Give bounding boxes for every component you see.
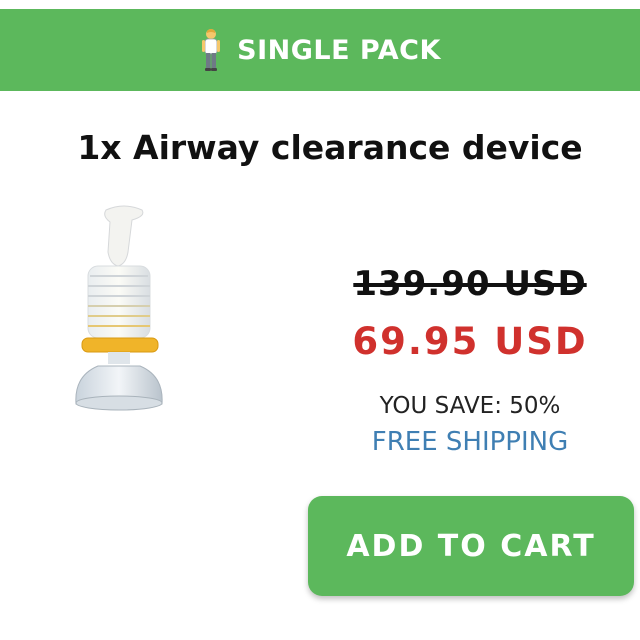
original-price: 139.90 USD xyxy=(353,264,587,304)
pack-title: SINGLE PACK xyxy=(237,34,441,66)
price-block: 139.90 USD 69.95 USD YOU SAVE: 50% FREE … xyxy=(320,258,620,462)
product-title: 1x Airway clearance device xyxy=(77,128,583,167)
sale-price: 69.95 USD xyxy=(352,320,588,363)
airway-clearance-device-image xyxy=(75,205,163,411)
person-standing-icon xyxy=(202,29,221,71)
product-offer-card: SINGLE PACK 1x Airway clearance device 1… xyxy=(0,0,640,640)
pack-header: SINGLE PACK xyxy=(0,9,640,91)
add-to-cart-button[interactable]: ADD TO CART xyxy=(308,496,634,596)
savings-text: YOU SAVE: 50% xyxy=(379,393,561,419)
free-shipping-text: FREE SHIPPING xyxy=(371,427,569,457)
